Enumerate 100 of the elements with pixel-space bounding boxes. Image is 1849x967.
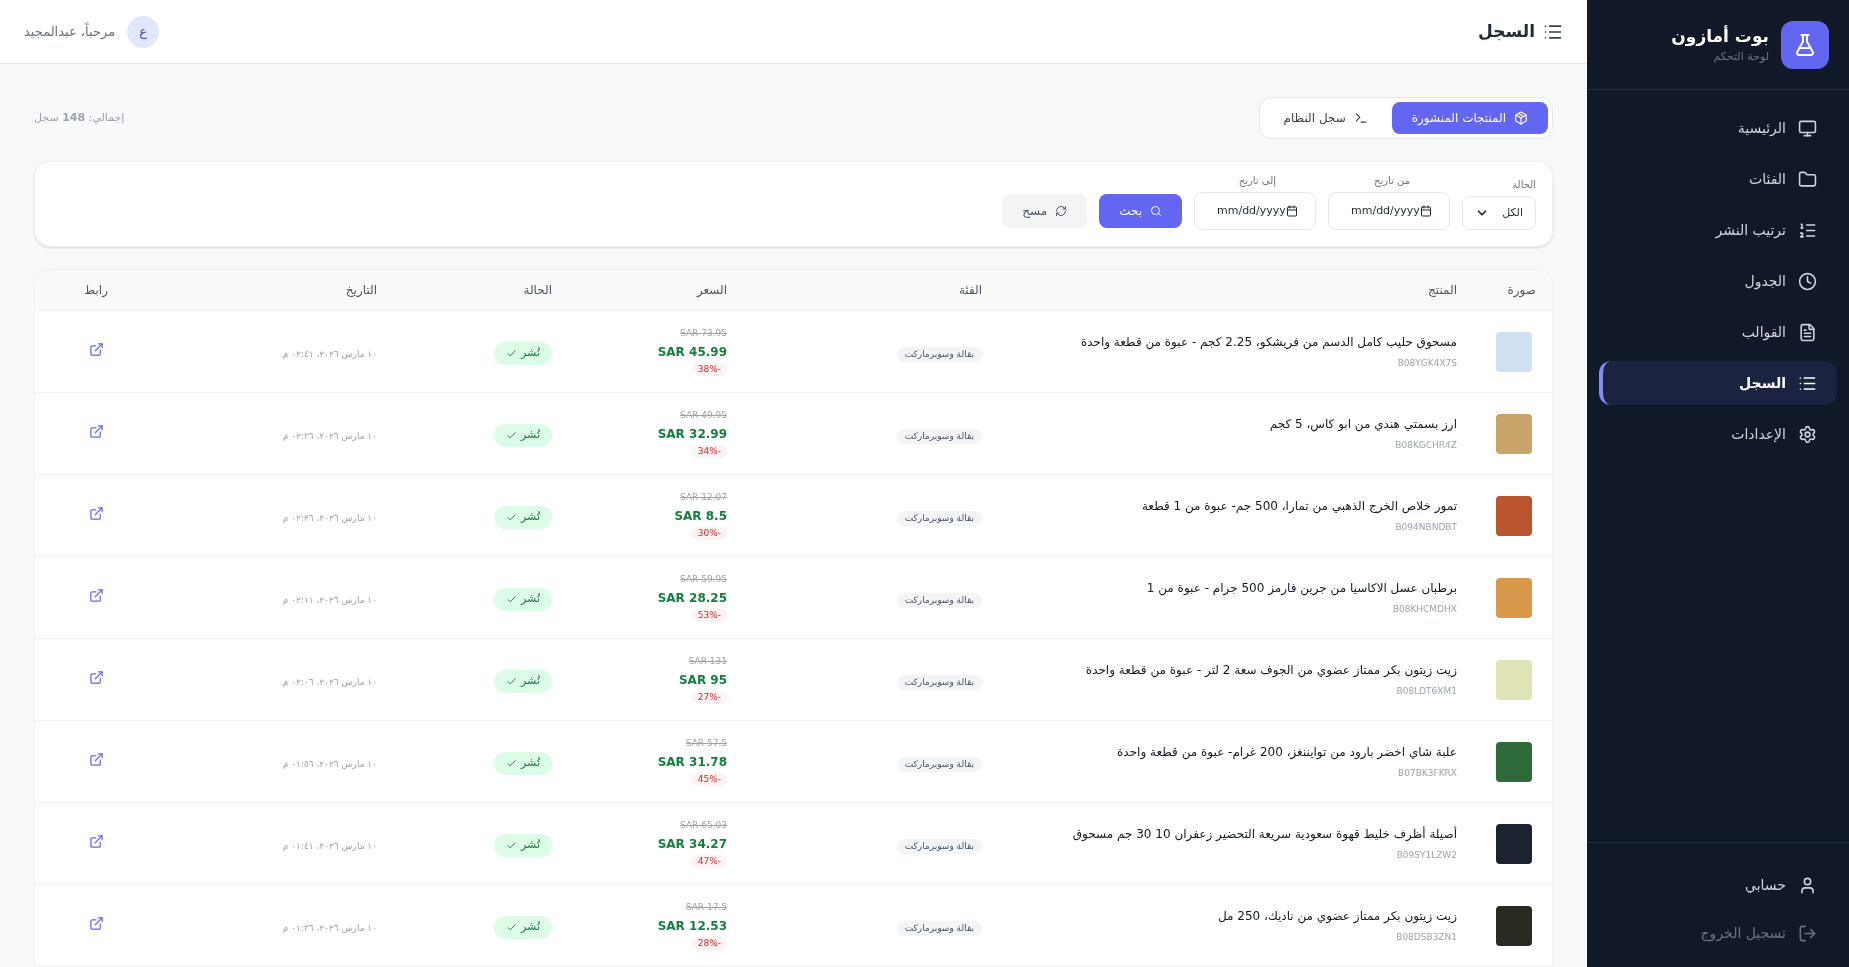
product-name: أصيلة أظرف خليط قهوة سعودية سريعة التحضير زعفران 10 30 جم مسحوق	[1072, 825, 1457, 844]
old-price: SAR 73.95	[680, 327, 727, 341]
settings-icon	[1798, 424, 1817, 444]
external-link-icon	[88, 587, 104, 603]
nav-item[interactable]: الجدول	[1599, 259, 1837, 303]
monitor-icon	[1798, 118, 1817, 138]
nav-item[interactable]: الرئيسية	[1599, 106, 1837, 150]
field-label: الحالة	[1511, 177, 1536, 192]
sale-price: SAR 31.78	[657, 753, 727, 771]
product-code: B07BK3FKRX	[1398, 767, 1457, 781]
product-code: B094NBNDBT	[1395, 521, 1457, 535]
product-photo-placeholder	[1496, 495, 1532, 536]
external-link-button[interactable]	[88, 833, 104, 849]
check-icon	[506, 593, 518, 605]
reset-button[interactable]: مسح	[1002, 193, 1088, 228]
flask-logo-icon	[1781, 20, 1829, 69]
date-field[interactable]: mm/dd/yyyy	[1328, 191, 1450, 230]
nav-item[interactable]: الإعدادات	[1599, 412, 1837, 456]
calendar-icon	[1420, 204, 1432, 217]
page-title: السجل	[1478, 19, 1535, 43]
old-price: SAR 57.5	[685, 737, 727, 751]
date-text: ١٠ مارس ٢٠٢٦، ٠٢:١١ م	[282, 594, 377, 605]
product-code: B08DSB3ZN1	[1396, 931, 1457, 945]
external-link-button[interactable]	[88, 915, 104, 931]
discount-badge: 47%-	[691, 854, 727, 869]
sale-price: SAR 8.5	[674, 507, 727, 525]
brand-title: بوت أمازون	[1671, 24, 1769, 48]
account-link[interactable]: حسابي	[1599, 863, 1837, 907]
sale-price: SAR 95	[678, 671, 727, 689]
product-name: مسحوق حليب كامل الدسم من فريشكو، 2.25 كجم - عبوة من قطعة واحدة	[1080, 334, 1457, 352]
external-link-button[interactable]	[88, 423, 104, 439]
old-price: SAR 59.95	[680, 573, 727, 587]
discount-badge: 53%-	[691, 608, 727, 623]
product-photo-placeholder	[1496, 823, 1532, 864]
field-label: من تاريخ	[1372, 173, 1411, 188]
product-name: علبة شاي اخضر بارود من توايننغز، 200 غرام- عبوة من قطعة واحدة	[1117, 744, 1457, 762]
product-photo-placeholder	[1496, 741, 1532, 782]
field-label: إلى تاريخ	[1237, 173, 1277, 188]
external-link-icon	[88, 833, 104, 849]
check-icon	[506, 675, 518, 687]
old-price: SAR 131	[688, 655, 727, 669]
discount-badge: 34%-	[691, 444, 727, 459]
product-code: B08YGK4X7S	[1397, 357, 1457, 371]
nav-item[interactable]: ترتيب النشر	[1599, 208, 1837, 252]
check-icon	[506, 511, 518, 523]
product-code: B08KGCHR4Z	[1395, 439, 1457, 453]
clock-icon	[1798, 271, 1817, 291]
brand-subtitle: لوحة التحكم	[1712, 49, 1769, 65]
date-field[interactable]: mm/dd/yyyy	[1194, 191, 1316, 230]
category-tag: بقالة وسوبرماركت	[896, 838, 982, 855]
check-icon	[506, 757, 518, 769]
nav-item[interactable]: السجل	[1599, 361, 1837, 405]
nav-item[interactable]: القوالب	[1599, 310, 1837, 354]
search-button[interactable]: بحث	[1099, 193, 1182, 228]
column-header: الحالة	[523, 283, 552, 298]
column-header: السعر	[696, 283, 727, 298]
check-icon	[506, 921, 518, 933]
box-icon	[1514, 111, 1528, 125]
external-link-button[interactable]	[88, 587, 104, 603]
nav-item[interactable]: الفئات	[1599, 157, 1837, 201]
tab[interactable]: سجل النظام	[1263, 102, 1388, 134]
external-link-icon	[88, 505, 104, 521]
user-icon	[1798, 875, 1817, 895]
discount-badge: 45%-	[691, 772, 727, 787]
status-badge: نُشر	[494, 588, 552, 611]
check-icon	[506, 429, 518, 441]
user-avatar[interactable]: ع	[127, 15, 160, 48]
external-link-button[interactable]	[88, 669, 104, 685]
terminal-icon	[1353, 111, 1368, 125]
product-code: B08KHCMDHX	[1392, 603, 1457, 617]
external-link-icon	[88, 423, 104, 439]
sale-price: SAR 32.99	[657, 425, 727, 443]
product-name: زيت زيتون بكر ممتاز عضوي من الجوف سعة 2 لتر - عبوة من قطعة واحدة	[1085, 662, 1457, 680]
external-link-icon	[88, 751, 104, 767]
product-photo-placeholder	[1496, 905, 1532, 946]
column-header: التاريخ	[345, 283, 377, 298]
external-link-button[interactable]	[88, 341, 104, 357]
external-link-button[interactable]	[88, 505, 104, 521]
status-badge: نُشر	[494, 424, 552, 447]
sale-price: SAR 45.99	[657, 343, 727, 361]
category-tag: بقالة وسوبرماركت	[896, 674, 982, 691]
category-tag: بقالة وسوبرماركت	[896, 592, 982, 609]
tab[interactable]: المنتجات المنشورة	[1391, 102, 1548, 134]
product-name: ارز بسمتي هندي من ابو كاس، 5 كجم	[1269, 416, 1457, 434]
category-tag: بقالة وسوبرماركت	[896, 346, 982, 363]
date-text: ١٠ مارس ٢٠٢٦، ٠١:٥٦ م	[282, 758, 377, 769]
refresh-icon	[1055, 204, 1068, 217]
product-photo-placeholder	[1496, 413, 1532, 454]
external-link-icon	[88, 915, 104, 931]
status-badge: نُشر	[494, 834, 552, 857]
old-price: SAR 12.07	[680, 491, 727, 505]
logout-link[interactable]: تسجيل الخروج	[1599, 911, 1837, 955]
status-badge: نُشر	[494, 506, 552, 529]
external-link-button[interactable]	[88, 751, 104, 767]
discount-badge: 28%-	[691, 936, 727, 951]
old-price: SAR 65.03	[680, 819, 727, 833]
status-select[interactable]: الكل	[1462, 195, 1536, 230]
sale-price: SAR 34.27	[657, 835, 727, 853]
logout-icon	[1798, 923, 1817, 943]
discount-badge: 38%-	[691, 362, 727, 377]
